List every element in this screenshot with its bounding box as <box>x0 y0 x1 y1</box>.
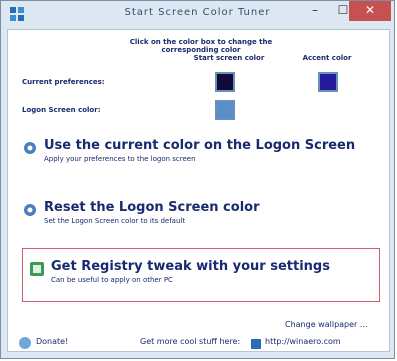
more-stuff-text: Get more cool stuff here: <box>140 337 241 346</box>
option-subtitle: Can be useful to apply on other PC <box>51 276 173 284</box>
current-preferences-label: Current preferences: <box>22 78 105 86</box>
current-accent-color-swatch[interactable] <box>318 72 338 92</box>
reset-logon-color-option[interactable]: Reset the Logon Screen color Set the Log… <box>22 200 377 234</box>
gear-icon <box>24 142 36 154</box>
logon-color-swatch[interactable] <box>215 100 235 120</box>
current-start-color-swatch[interactable] <box>215 72 235 92</box>
donate-link[interactable]: Donate! <box>36 337 68 346</box>
option-title: Use the current color on the Logon Scree… <box>44 138 356 153</box>
logon-screen-color-label: Logon Screen color: <box>22 106 101 114</box>
option-title: Reset the Logon Screen color <box>44 200 260 215</box>
winaero-link[interactable]: http://winaero.com <box>265 337 341 346</box>
registry-icon <box>30 262 44 276</box>
gear-icon <box>24 204 36 216</box>
start-screen-color-header: Start screen color <box>193 54 265 62</box>
option-title: Get Registry tweak with your settings <box>51 259 330 274</box>
option-subtitle: Set the Logon Screen color to its defaul… <box>44 217 186 225</box>
color-columns-header: Click on the color box to change the cor… <box>129 38 273 54</box>
main-panel: Click on the color box to change the cor… <box>7 29 390 352</box>
option-subtitle: Apply your preferences to the logon scre… <box>44 155 196 163</box>
accent-color-header: Accent color <box>302 54 352 62</box>
donate-icon <box>18 335 32 349</box>
change-wallpaper-link[interactable]: Change wallpaper ... <box>285 320 368 329</box>
title-bar[interactable]: Start Screen Color Tuner – ☐ ✕ <box>1 1 394 29</box>
winaero-icon <box>250 335 262 349</box>
minimize-button[interactable]: – <box>301 1 329 21</box>
app-window: Start Screen Color Tuner – ☐ ✕ Click on … <box>0 0 395 359</box>
apply-current-color-option[interactable]: Use the current color on the Logon Scree… <box>22 138 377 172</box>
close-button[interactable]: ✕ <box>349 1 391 21</box>
registry-tweak-option[interactable]: Get Registry tweak with your settings Ca… <box>22 248 380 302</box>
